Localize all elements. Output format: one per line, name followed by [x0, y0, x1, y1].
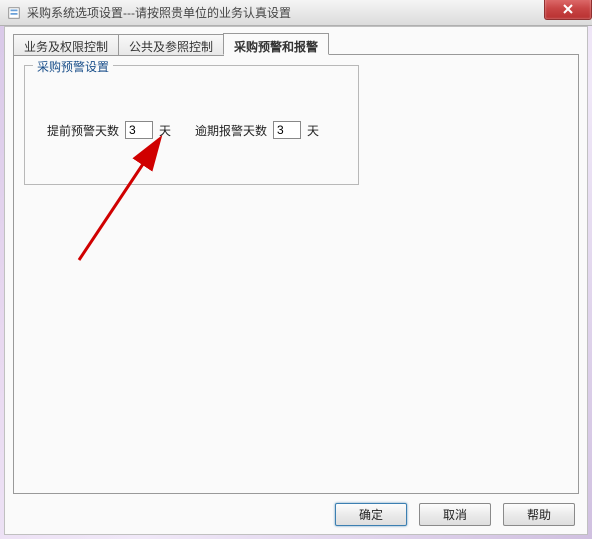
window-title: 采购系统选项设置---请按照贵单位的业务认真设置 — [27, 4, 291, 21]
tab-public-reference[interactable]: 公共及参照控制 — [118, 34, 224, 56]
pre-warn-input[interactable] — [125, 121, 153, 139]
overdue-label: 逾期报警天数 — [195, 122, 267, 139]
form-row: 提前预警天数 天 逾期报警天数 天 — [47, 121, 337, 139]
ok-button[interactable]: 确定 — [335, 503, 407, 526]
dialog-window: 采购系统选项设置---请按照贵单位的业务认真设置 业务及权限控制 公共及参照控制… — [0, 0, 592, 539]
button-bar: 确定 取消 帮助 — [335, 503, 575, 526]
tabstrip: 业务及权限控制 公共及参照控制 采购预警和报警 — [13, 33, 328, 55]
help-button[interactable]: 帮助 — [503, 503, 575, 526]
pre-warn-label: 提前预警天数 — [47, 122, 119, 139]
client-area: 业务及权限控制 公共及参照控制 采购预警和报警 采购预警设置 提前预警天数 天 … — [4, 26, 588, 535]
close-button[interactable] — [544, 0, 592, 20]
groupbox-legend: 采购预警设置 — [33, 58, 113, 75]
overdue-input[interactable] — [273, 121, 301, 139]
app-icon — [6, 5, 22, 21]
tab-business-permission[interactable]: 业务及权限控制 — [13, 34, 119, 56]
tab-purchase-warning[interactable]: 采购预警和报警 — [223, 33, 329, 55]
tab-panel: 采购预警设置 提前预警天数 天 逾期报警天数 天 — [13, 54, 579, 494]
cancel-button[interactable]: 取消 — [419, 503, 491, 526]
groupbox-warning-settings: 采购预警设置 提前预警天数 天 逾期报警天数 天 — [24, 65, 359, 185]
pre-warn-unit: 天 — [159, 122, 171, 139]
titlebar: 采购系统选项设置---请按照贵单位的业务认真设置 — [0, 0, 592, 26]
overdue-unit: 天 — [307, 122, 319, 139]
